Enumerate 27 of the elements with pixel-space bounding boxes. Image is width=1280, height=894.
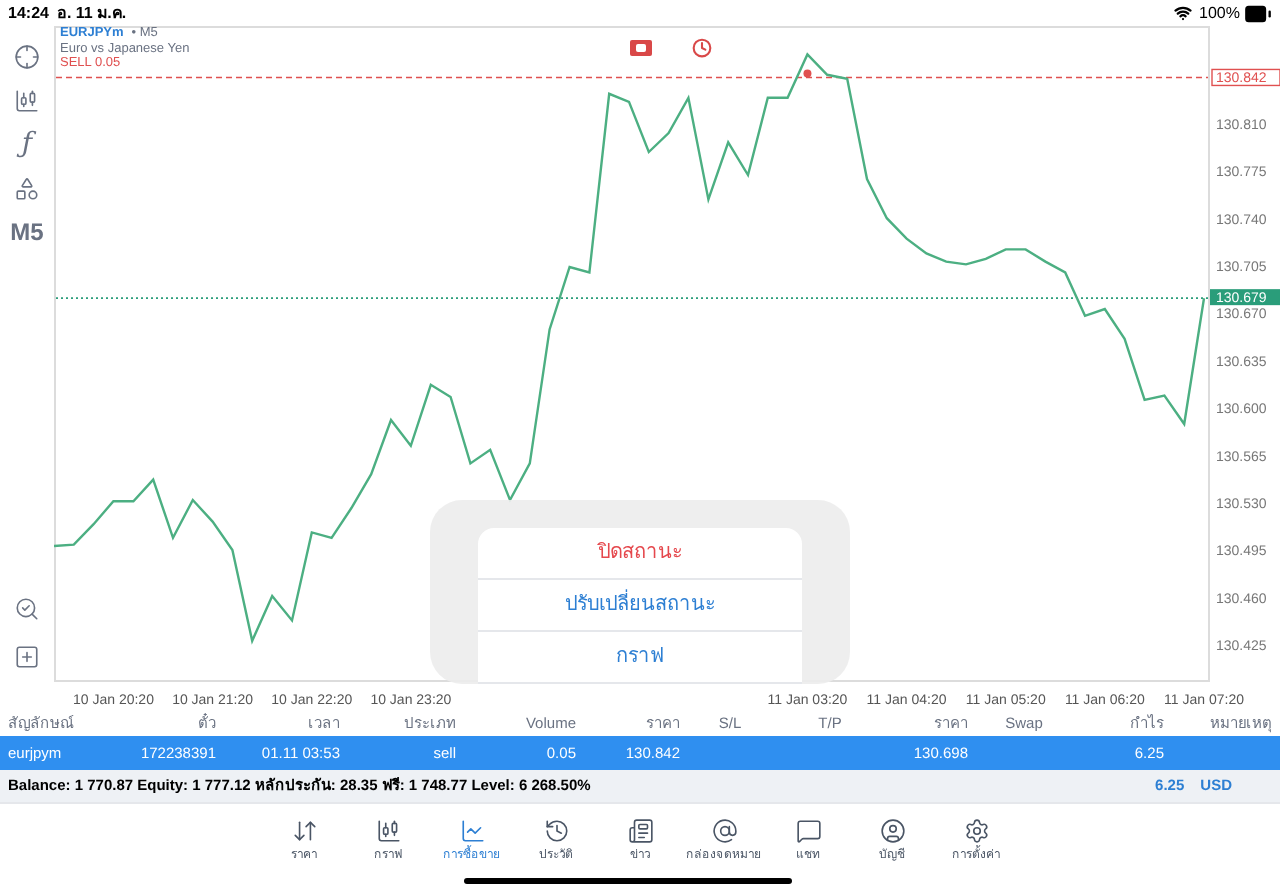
arrows-icon <box>291 818 317 844</box>
battery-level: 100% <box>1199 1 1240 25</box>
status-date: อ. 11 ม.ค. <box>56 1 127 25</box>
menu-item[interactable]: ปรับเปลี่ยนสถานะ <box>478 580 802 632</box>
toolbar-label[interactable]: M5 <box>10 214 44 250</box>
wifi-icon <box>1173 4 1192 22</box>
status-time: 14:24 <box>8 1 49 25</box>
battery-icon <box>1244 0 1272 27</box>
toolbar-label[interactable]: ƒ <box>21 123 33 165</box>
plus-square-icon[interactable] <box>14 643 40 669</box>
clock-icon[interactable] <box>692 38 712 58</box>
menu-item[interactable]: กราฟ <box>478 632 802 684</box>
candlestick-icon[interactable] <box>14 87 40 113</box>
one-click-trading-icon[interactable] <box>630 40 652 56</box>
settings-icon <box>963 818 989 844</box>
zoom-check-icon[interactable] <box>14 595 40 621</box>
candlestick-icon <box>375 818 401 844</box>
menu-item[interactable]: ปิดสถานะ <box>478 528 802 580</box>
crosshair-icon[interactable] <box>14 43 40 69</box>
user-icon <box>879 818 905 844</box>
order-marker <box>803 69 812 78</box>
line-chart-icon <box>459 818 485 844</box>
newspaper-icon <box>627 818 653 844</box>
shapes-icon[interactable] <box>14 175 40 201</box>
at-sign-icon <box>711 818 737 844</box>
history-icon <box>543 818 569 844</box>
chat-icon <box>795 818 821 844</box>
